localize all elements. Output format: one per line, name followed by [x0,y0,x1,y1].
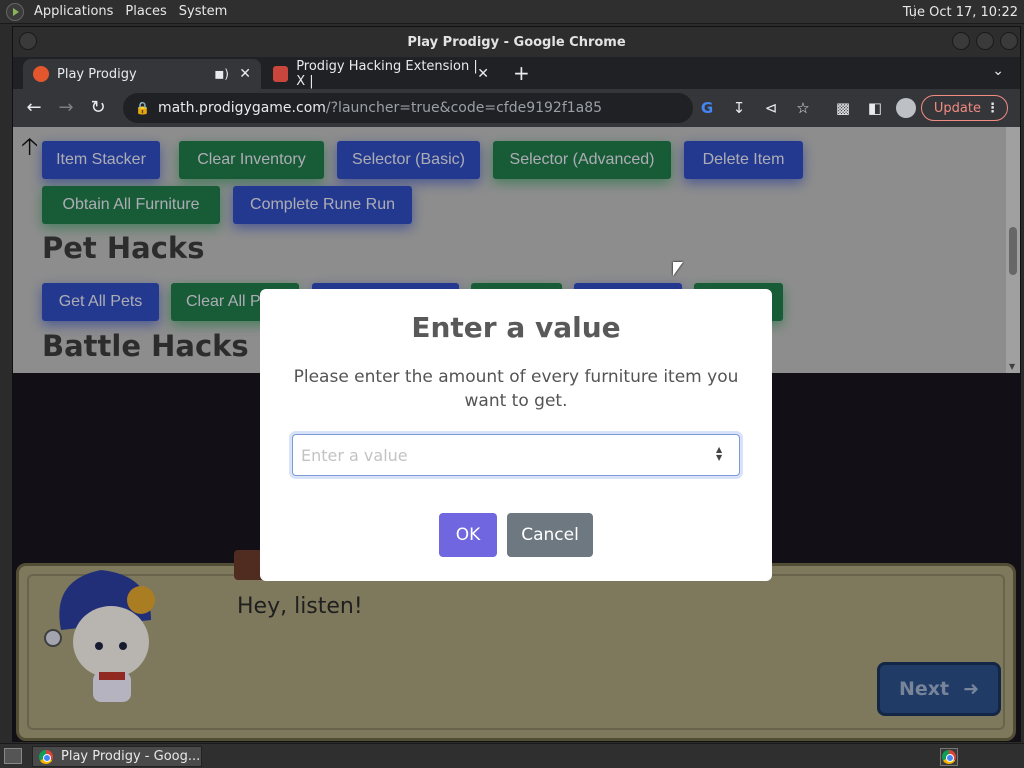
chrome-window: Play Prodigy - Google Chrome Play Prodig… [12,26,1021,742]
new-tab-icon[interactable]: + [513,61,530,85]
cancel-button[interactable]: Cancel [507,513,593,557]
lock-icon[interactable]: 🔒 [135,101,150,115]
close-window-icon[interactable] [1000,32,1018,50]
distro-logo-icon[interactable] [6,2,24,21]
mouse-cursor-icon [673,262,683,276]
extension-icon [273,66,289,82]
browser-toolbar: ← → ↻ 🔒 math.prodigygame.com/?launcher=t… [13,89,1020,127]
back-icon[interactable]: ← [23,97,45,118]
minimize-icon[interactable] [952,32,970,50]
update-button[interactable]: Update ⋮ [920,95,1008,121]
window-title: Play Prodigy - Google Chrome [407,34,626,50]
chevron-down-icon[interactable]: ⌄ [992,63,1004,79]
clock[interactable]: Tue Oct 17, 10:22 [903,0,1018,24]
system-menu[interactable]: System [173,0,233,24]
close-tab-icon[interactable]: ✕ [239,66,251,82]
ok-button[interactable]: OK [439,513,497,557]
show-desktop-icon[interactable] [4,748,22,764]
close-tab-icon[interactable]: ✕ [477,66,489,82]
bottom-taskbar: Play Prodigy - Goog... [0,743,1024,768]
reload-icon[interactable]: ↻ [87,97,109,118]
side-panel-icon[interactable]: ◧ [865,98,885,118]
modal-title: Enter a value [411,311,621,344]
tab-label: Play Prodigy [57,66,137,82]
value-input[interactable] [292,434,740,476]
taskbar-item-chrome[interactable]: Play Prodigy - Goog... [32,746,202,767]
address-bar[interactable]: 🔒 math.prodigygame.com/?launcher=true&co… [123,93,693,123]
tab-label: Prodigy Hacking Extension | X | [296,59,478,89]
window-menu-icon[interactable] [19,32,37,50]
window-titlebar[interactable]: Play Prodigy - Google Chrome [13,27,1020,57]
tray-chrome-icon[interactable] [940,748,958,766]
top-panel: Applications Places System Tue Oct 17, 1… [0,0,1024,24]
url-host: math.prodigygame.com [157,100,326,116]
bookmark-star-icon[interactable]: ☆ [793,98,813,118]
chrome-icon [39,749,53,764]
kebab-menu-icon[interactable]: ⋮ [986,101,999,116]
update-label: Update [933,100,981,116]
applications-menu[interactable]: Applications [28,0,119,24]
tab-strip: Play Prodigy ◼) ✕ Prodigy Hacking Extens… [13,57,1020,89]
install-app-icon[interactable]: ↧ [729,98,749,118]
number-spinner-icon[interactable]: ▲ ▼ [716,446,722,462]
speaker-icon[interactable]: ◼) [214,67,229,81]
prodigy-icon [33,66,49,82]
taskbar-item-label: Play Prodigy - Goog... [61,749,201,764]
share-icon[interactable]: ⊲ [761,98,781,118]
modal-message: Please enter the amount of every furnitu… [293,367,739,411]
google-lens-icon[interactable]: G [697,98,717,118]
profile-avatar-icon[interactable] [896,98,916,118]
url-path: /?launcher=true&code=cfde9192f1a85 [325,100,603,116]
places-menu[interactable]: Places [119,0,172,24]
page-viewport: Hey, listen! Next ➜ 🡡 Item Stacker Clear… [13,127,1020,741]
tab-hacking-extension[interactable]: Prodigy Hacking Extension | X | ✕ [263,59,499,89]
forward-icon[interactable]: → [55,97,77,118]
tab-play-prodigy[interactable]: Play Prodigy ◼) ✕ [23,59,261,89]
maximize-icon[interactable] [976,32,994,50]
enter-value-modal: Enter a value Please enter the amount of… [260,289,772,581]
extensions-puzzle-icon[interactable]: ▩ [833,98,853,118]
